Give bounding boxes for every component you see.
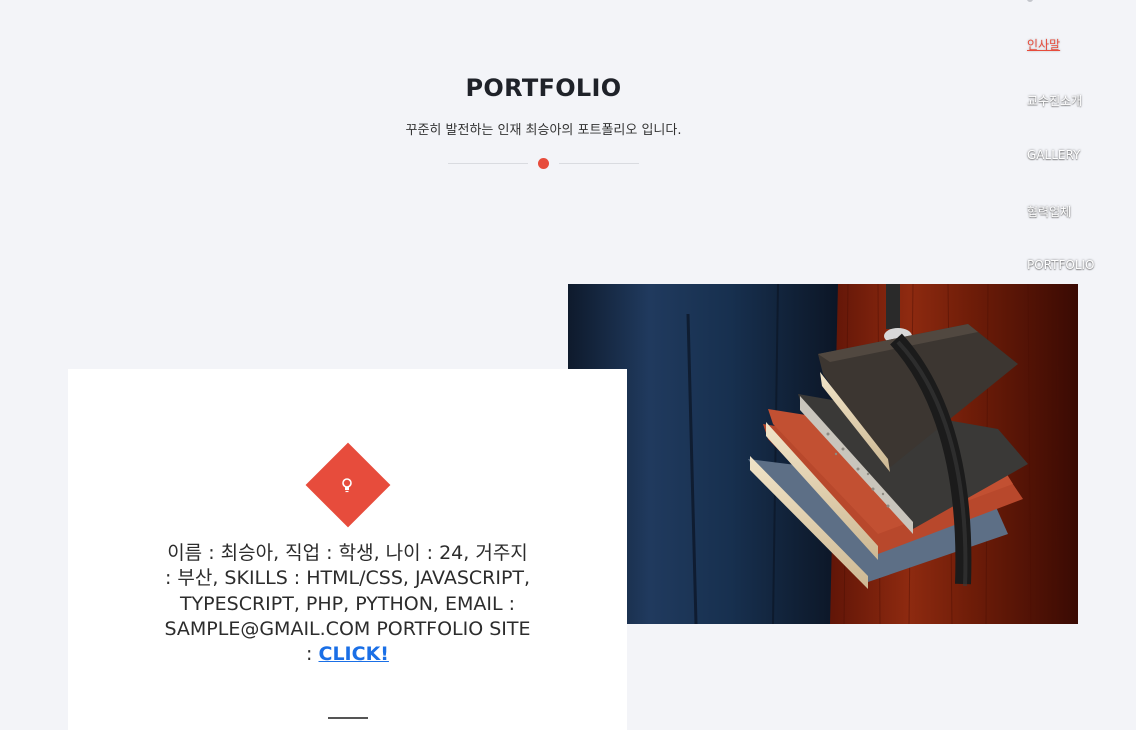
page-subtitle: 꾸준히 발전하는 인재 최승아의 포트폴리오 입니다. <box>405 123 682 138</box>
nav-item-greeting[interactable]: 인사말 <box>1027 36 1060 53</box>
side-nav: 인사말 교수진소개 GALLERY 협력업체 PORTFOLIO <box>1027 0 1136 300</box>
portfolio-site-link[interactable]: CLICK! <box>319 643 389 665</box>
lightbulb-icon <box>342 478 352 493</box>
title-divider-right <box>559 163 639 164</box>
title-divider-left <box>448 163 528 164</box>
nav-item-partners[interactable]: 협력업체 <box>1027 203 1071 220</box>
page-title: PORTFOLIO <box>465 73 622 102</box>
books-photo <box>568 284 1078 624</box>
profile-info: 이름 : 최승아, 직업 : 학생, 나이 : 24, 거주지 : 부산, SK… <box>164 541 531 667</box>
nav-item-gallery[interactable]: GALLERY <box>1027 148 1080 162</box>
card-divider <box>328 717 368 719</box>
profile-card: 이름 : 최승아, 직업 : 학생, 나이 : 24, 거주지 : 부산, SK… <box>68 369 627 730</box>
nav-item-portfolio[interactable]: PORTFOLIO <box>1027 258 1095 272</box>
nav-item-faculty[interactable]: 교수진소개 <box>1027 92 1082 109</box>
title-divider-dot <box>538 158 549 169</box>
